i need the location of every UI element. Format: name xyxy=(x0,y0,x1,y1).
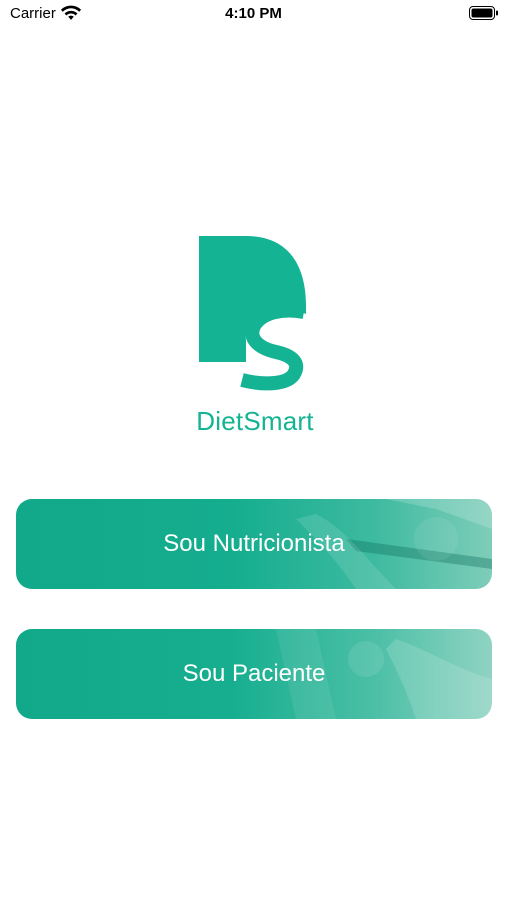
app-logo: DietSmart xyxy=(180,230,330,440)
dietsmart-logo-mark xyxy=(199,236,306,391)
status-bar: Carrier 4:10 PM xyxy=(0,0,507,28)
nutritionist-button[interactable]: Sou Nutricionista xyxy=(16,499,492,589)
clock-time: 4:10 PM xyxy=(225,5,282,22)
battery-icon xyxy=(469,6,498,20)
patient-button[interactable]: Sou Paciente xyxy=(16,629,492,719)
patient-button-label: Sou Paciente xyxy=(182,660,326,687)
brand-name: DietSmart xyxy=(196,406,314,436)
nutritionist-button-label: Sou Nutricionista xyxy=(163,530,345,557)
